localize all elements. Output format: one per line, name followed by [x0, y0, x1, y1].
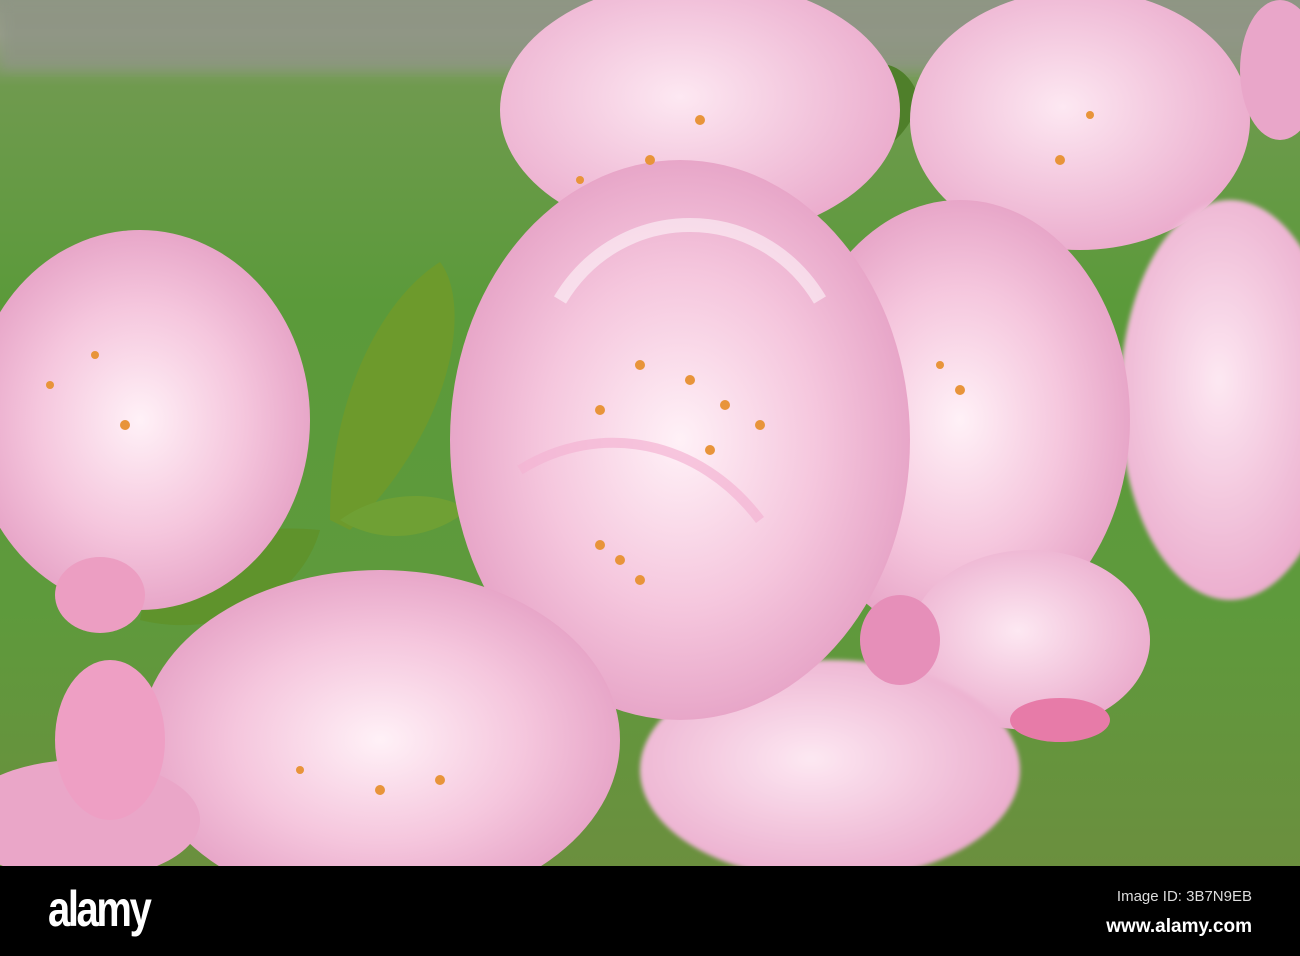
- flower-photo: [0, 0, 1300, 866]
- image-id: Image ID: 3B7N9EB: [1116, 888, 1252, 905]
- watermark-footer: alamy Image ID: 3B7N9EB www.alamy.com: [0, 866, 1300, 956]
- alamy-logo: alamy: [48, 881, 152, 937]
- flowers: [0, 0, 1300, 866]
- website-url: www.alamy.com: [1106, 916, 1252, 937]
- flower-illustration: [0, 0, 1300, 866]
